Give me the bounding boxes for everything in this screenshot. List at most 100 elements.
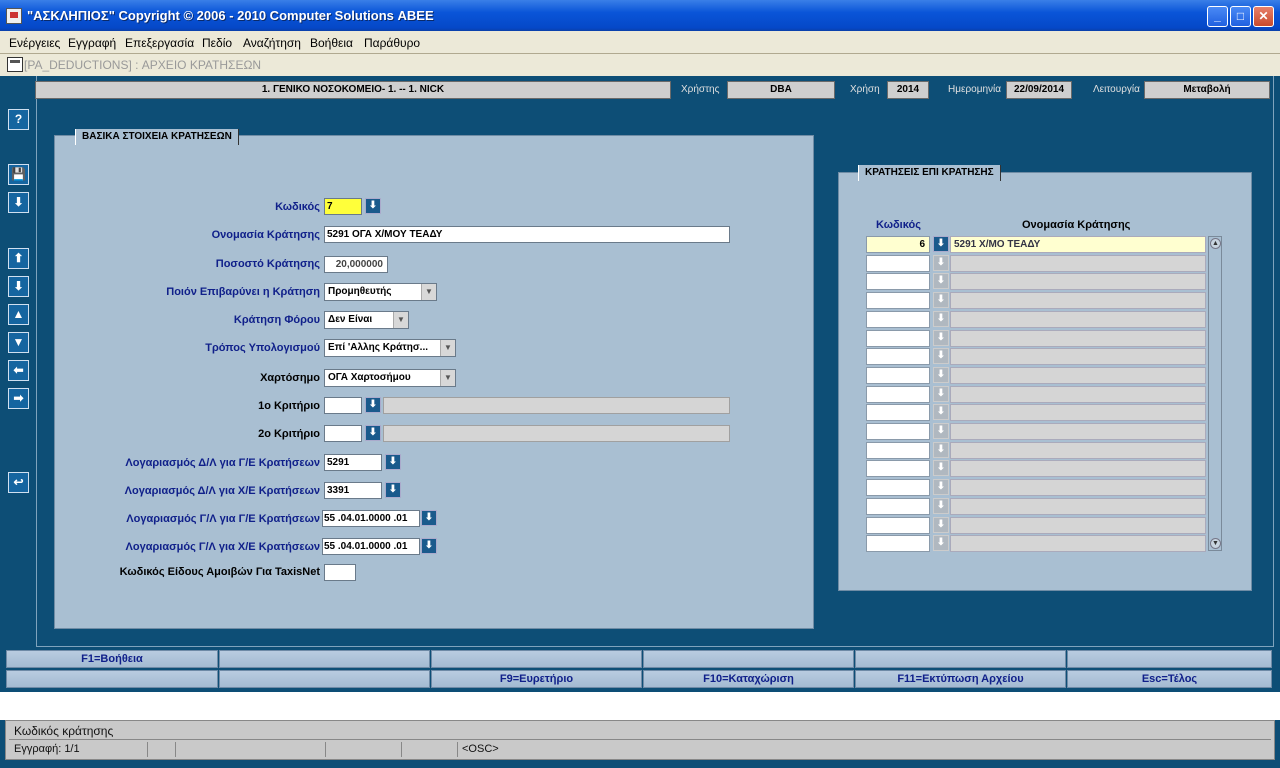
- fkey-blank[interactable]: [643, 650, 854, 668]
- criterion2-lov-arrow-icon[interactable]: ⬇: [365, 425, 381, 441]
- account-da-ge-lov-arrow-icon[interactable]: ⬇: [385, 454, 401, 470]
- grid-lov-arrow-icon[interactable]: ⬇: [933, 479, 949, 495]
- criterion1-field[interactable]: [324, 397, 362, 414]
- grid-code-cell[interactable]: [866, 479, 930, 496]
- percent-field[interactable]: 20,000000: [324, 256, 388, 273]
- grid-name-cell[interactable]: [950, 386, 1206, 403]
- grid-name-cell[interactable]: [950, 292, 1206, 309]
- f1-help-button[interactable]: F1=Βοήθεια: [6, 650, 218, 668]
- grid-lov-arrow-icon[interactable]: ⬇: [933, 498, 949, 514]
- grid-name-cell[interactable]: [950, 311, 1206, 328]
- grid-code-cell[interactable]: [866, 517, 930, 534]
- fkey-blank[interactable]: [219, 650, 430, 668]
- code-field[interactable]: 7: [324, 198, 362, 215]
- tax-select[interactable]: Δεν Είναι ▼: [324, 311, 409, 329]
- f10-save-button[interactable]: F10=Καταχώριση: [643, 670, 854, 688]
- grid-code-cell[interactable]: [866, 498, 930, 515]
- fkey-blank[interactable]: [855, 650, 1066, 668]
- grid-lov-arrow-icon[interactable]: ⬇: [933, 236, 949, 252]
- undo-button[interactable]: ↩: [8, 472, 29, 493]
- save-button[interactable]: 💾: [8, 164, 29, 185]
- menu-help[interactable]: Βοήθεια: [310, 36, 353, 50]
- last-record-button[interactable]: ⬇: [8, 276, 29, 297]
- grid-name-cell[interactable]: [950, 535, 1206, 552]
- grid-lov-arrow-icon[interactable]: ⬇: [933, 255, 949, 271]
- fkey-blank[interactable]: [431, 650, 642, 668]
- grid-lov-arrow-icon[interactable]: ⬇: [933, 404, 949, 420]
- taxisnet-field[interactable]: [324, 564, 356, 581]
- account-ga-ge-field[interactable]: 55 .04.01.0000 .01: [322, 510, 420, 527]
- grid-code-cell[interactable]: [866, 386, 930, 403]
- grid-lov-arrow-icon[interactable]: ⬇: [933, 460, 949, 476]
- grid-name-cell[interactable]: [950, 517, 1206, 534]
- grid-lov-arrow-icon[interactable]: ⬇: [933, 386, 949, 402]
- grid-code-cell[interactable]: [866, 330, 930, 347]
- grid-name-cell[interactable]: [950, 442, 1206, 459]
- minimize-button[interactable]: _: [1207, 6, 1228, 27]
- grid-lov-arrow-icon[interactable]: ⬇: [933, 517, 949, 533]
- menu-window[interactable]: Παράθυρο: [364, 36, 420, 50]
- account-da-ge-field[interactable]: 5291: [324, 454, 382, 471]
- grid-code-cell[interactable]: [866, 535, 930, 552]
- fkey-blank[interactable]: [219, 670, 430, 688]
- help-button[interactable]: ?: [8, 109, 29, 130]
- criterion2-field[interactable]: [324, 425, 362, 442]
- grid-name-cell[interactable]: [950, 479, 1206, 496]
- grid-lov-arrow-icon[interactable]: ⬇: [933, 273, 949, 289]
- grid-name-cell[interactable]: [950, 367, 1206, 384]
- grid-code-cell[interactable]: [866, 292, 930, 309]
- maximize-button[interactable]: □: [1230, 6, 1251, 27]
- close-button[interactable]: ✕: [1253, 6, 1274, 27]
- grid-code-cell[interactable]: [866, 460, 930, 477]
- grid-code-cell[interactable]: [866, 367, 930, 384]
- previous-block-button[interactable]: ⬅: [8, 360, 29, 381]
- name-field[interactable]: 5291 ΟΓΑ Χ/ΜΟΥ ΤΕΑΔΥ: [324, 226, 730, 243]
- next-record-button[interactable]: ▼: [8, 332, 29, 353]
- grid-lov-arrow-icon[interactable]: ⬇: [933, 535, 949, 551]
- grid-name-cell[interactable]: [950, 255, 1206, 272]
- grid-lov-arrow-icon[interactable]: ⬇: [933, 423, 949, 439]
- grid-name-cell[interactable]: [950, 404, 1206, 421]
- menu-record[interactable]: Εγγραφή: [68, 36, 116, 50]
- grid-name-cell[interactable]: [950, 423, 1206, 440]
- menu-edit[interactable]: Επεξεργασία: [125, 36, 194, 50]
- grid-name-cell[interactable]: 5291 Χ/ΜΟ ΤΕΑΔΥ: [950, 236, 1206, 253]
- account-ga-ge-lov-arrow-icon[interactable]: ⬇: [421, 510, 437, 526]
- grid-lov-arrow-icon[interactable]: ⬇: [933, 311, 949, 327]
- grid-name-cell[interactable]: [950, 460, 1206, 477]
- account-ga-xe-lov-arrow-icon[interactable]: ⬇: [421, 538, 437, 554]
- grid-lov-arrow-icon[interactable]: ⬇: [933, 330, 949, 346]
- fkey-blank[interactable]: [6, 670, 218, 688]
- burden-select[interactable]: Προμηθευτής ▼: [324, 283, 437, 301]
- grid-lov-arrow-icon[interactable]: ⬇: [933, 442, 949, 458]
- grid-lov-arrow-icon[interactable]: ⬇: [933, 348, 949, 364]
- account-ga-xe-field[interactable]: 55 .04.01.0000 .01: [322, 538, 420, 555]
- download-button[interactable]: ⬇: [8, 192, 29, 213]
- grid-code-cell[interactable]: [866, 423, 930, 440]
- f9-index-button[interactable]: F9=Ευρετήριο: [431, 670, 642, 688]
- grid-name-cell[interactable]: [950, 330, 1206, 347]
- criterion1-lov-arrow-icon[interactable]: ⬇: [365, 397, 381, 413]
- account-da-xe-field[interactable]: 3391: [324, 482, 382, 499]
- grid-code-cell[interactable]: [866, 311, 930, 328]
- grid-code-cell[interactable]: [866, 404, 930, 421]
- scroll-up-icon[interactable]: ▲: [1210, 238, 1221, 249]
- code-lov-arrow-icon[interactable]: ⬇: [365, 198, 381, 214]
- stamp-select[interactable]: ΟΓΑ Χαρτοσήμου ▼: [324, 369, 456, 387]
- fkey-blank[interactable]: [1067, 650, 1272, 668]
- scroll-down-icon[interactable]: ▼: [1210, 538, 1221, 549]
- menu-search[interactable]: Αναζήτηση: [243, 36, 301, 50]
- calc-method-select[interactable]: Επί 'Αλλης Κράτησ... ▼: [324, 339, 456, 357]
- next-block-button[interactable]: ➡: [8, 388, 29, 409]
- grid-scrollbar[interactable]: ▲ ▼: [1208, 236, 1222, 551]
- grid-name-cell[interactable]: [950, 348, 1206, 365]
- grid-code-cell[interactable]: [866, 348, 930, 365]
- f11-print-button[interactable]: F11=Εκτύπωση Αρχείου: [855, 670, 1066, 688]
- grid-code-cell[interactable]: [866, 442, 930, 459]
- grid-name-cell[interactable]: [950, 498, 1206, 515]
- grid-name-cell[interactable]: [950, 273, 1206, 290]
- grid-lov-arrow-icon[interactable]: ⬇: [933, 367, 949, 383]
- grid-lov-arrow-icon[interactable]: ⬇: [933, 292, 949, 308]
- previous-record-button[interactable]: ▲: [8, 304, 29, 325]
- grid-code-cell[interactable]: [866, 255, 930, 272]
